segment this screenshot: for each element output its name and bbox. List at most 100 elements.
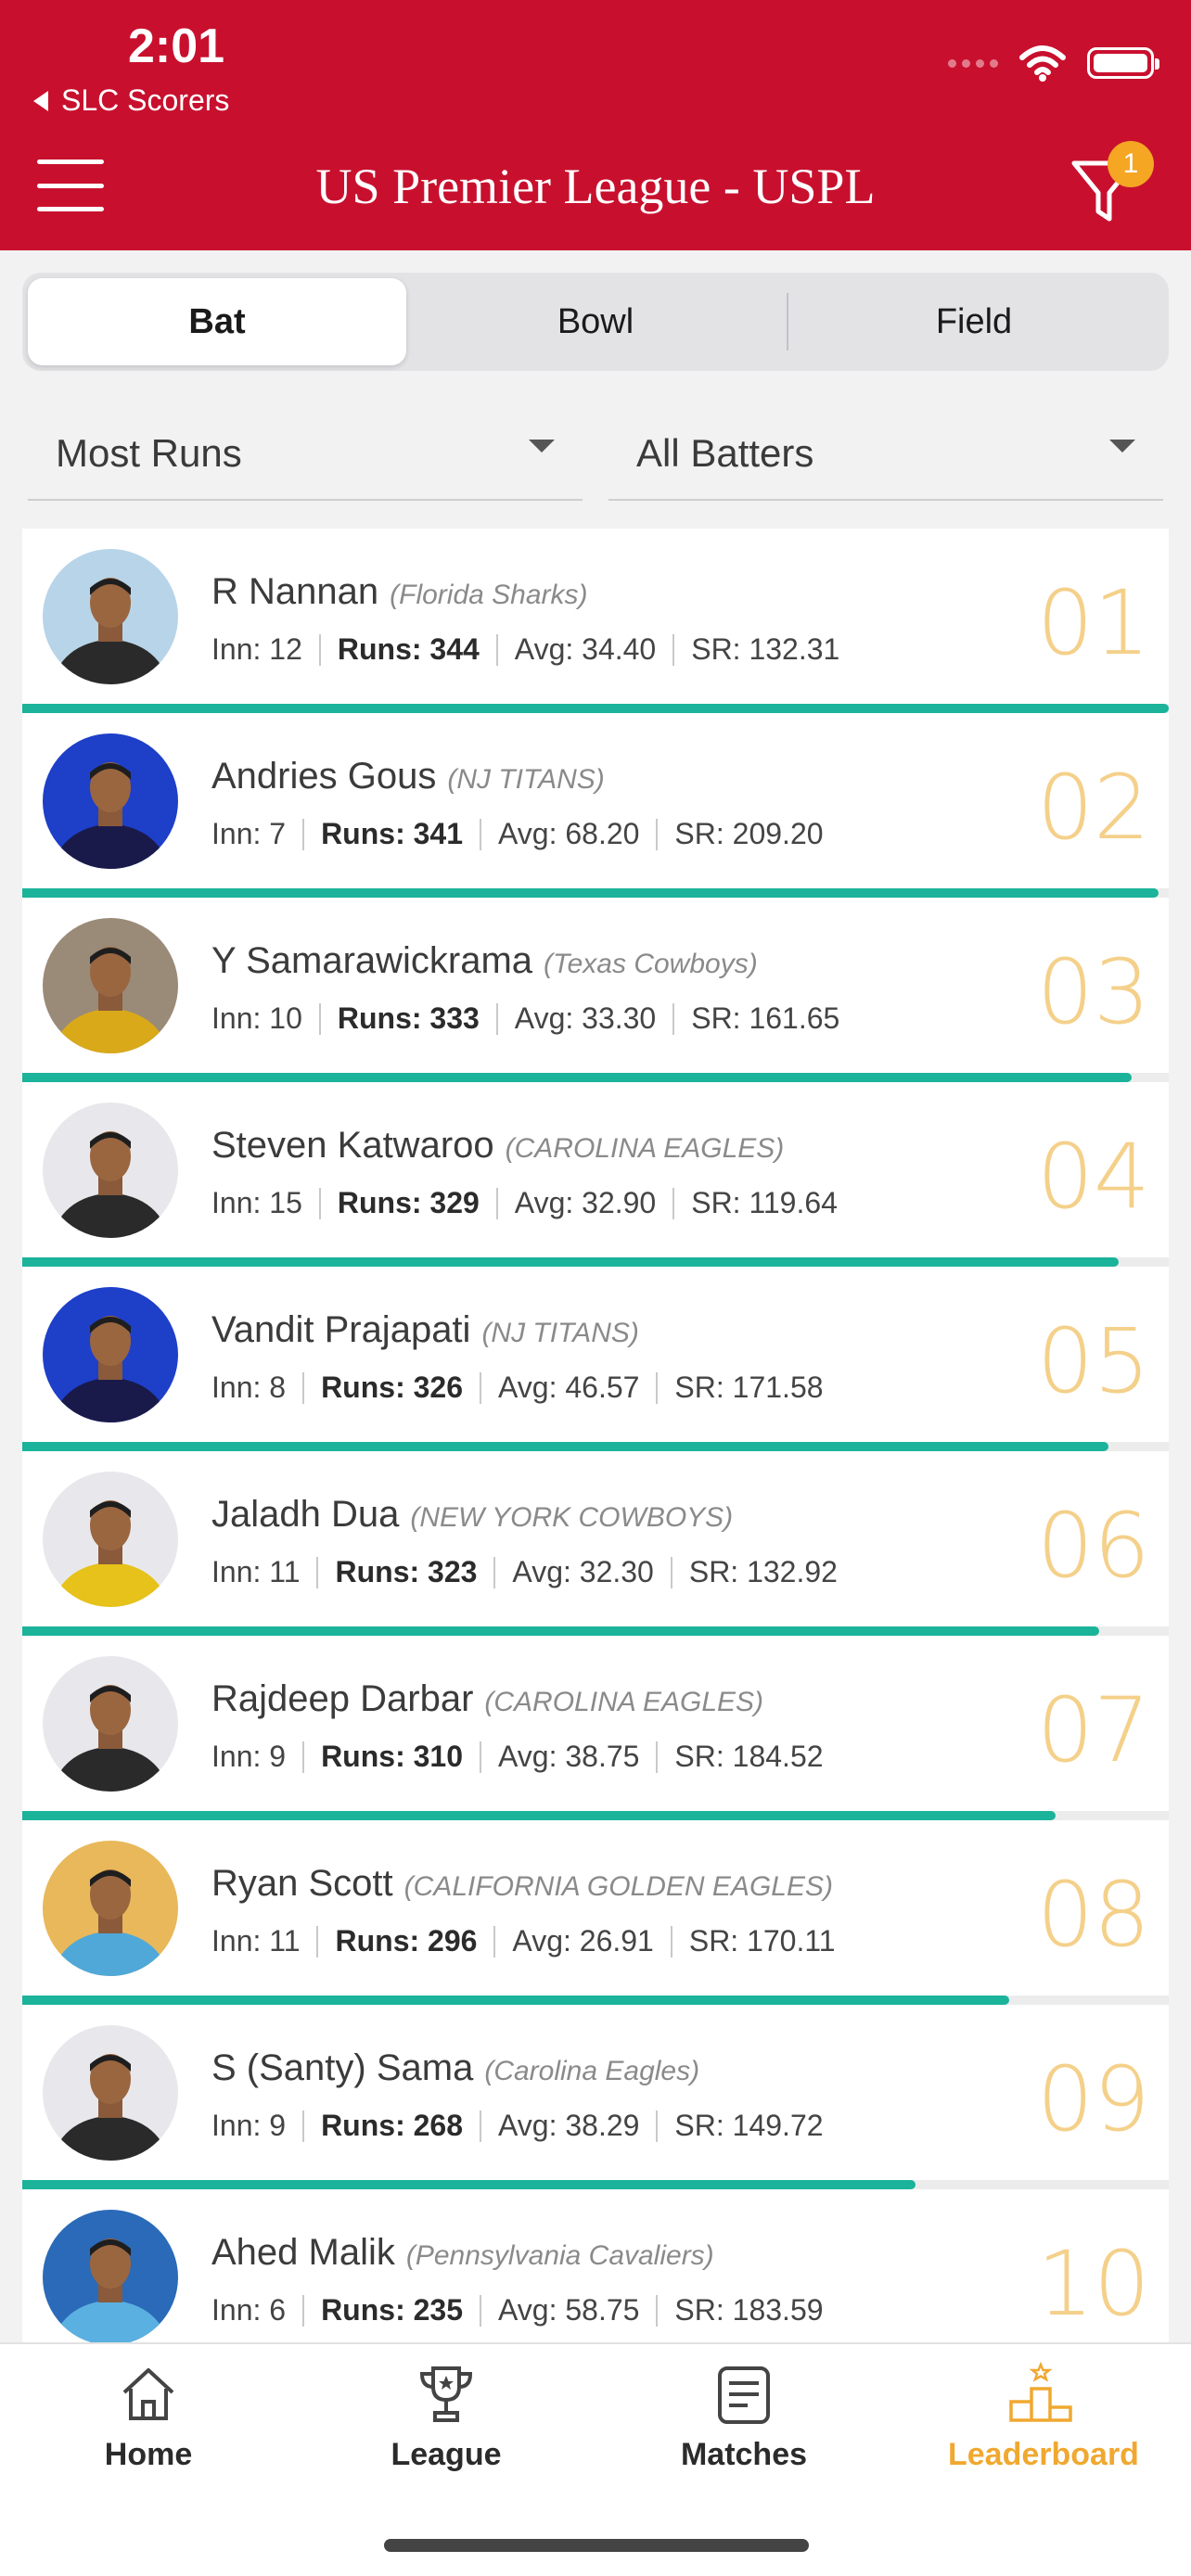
stat-divider <box>493 1925 496 1958</box>
player-rank: 05 <box>1036 1309 1150 1413</box>
cellular-signal-icon <box>948 58 998 68</box>
player-name: S (Santy) Sama (Carolina Eagles) <box>211 2047 699 2089</box>
innings-stat: Inn: 6 <box>211 2293 287 2327</box>
tab-bar-home-label: Home <box>104 2437 193 2472</box>
player-name: Steven Katwaroo (CAROLINA EAGLES) <box>211 1125 784 1167</box>
leaderboard-row[interactable]: Andries Gous (NJ TITANS) Inn: 7 Runs: 341… <box>22 713 1169 898</box>
player-rank: 03 <box>1036 940 1150 1044</box>
leaderboard-row[interactable]: Vandit Prajapati (NJ TITANS) Inn: 8 Runs:… <box>22 1267 1169 1451</box>
average-stat: Avg: 32.90 <box>514 1186 657 1219</box>
runs-progress-track <box>22 1811 1169 1820</box>
tab-bar-matches-label: Matches <box>680 2437 808 2472</box>
tab-bowl[interactable]: Bowl <box>406 278 785 365</box>
runs-progress-bar <box>22 1626 1099 1636</box>
runs-progress-track <box>22 2180 1169 2189</box>
tab-bar-leaderboard[interactable]: Leaderboard <box>948 2361 1139 2473</box>
runs-progress-bar <box>22 888 1159 898</box>
innings-stat: Inn: 9 <box>211 2109 287 2142</box>
page-title: US Premier League - USPL <box>315 159 876 214</box>
player-avatar <box>43 2210 178 2345</box>
player-team: (NJ TITANS) <box>481 1318 639 1348</box>
stat-divider <box>672 633 675 666</box>
strike-rate-stat: SR: 209.20 <box>674 817 824 850</box>
player-avatar <box>43 1287 178 1422</box>
tab-bar-home[interactable]: Home <box>56 2361 241 2473</box>
filter-count-badge: 1 <box>1108 141 1154 187</box>
player-name: Y Samarawickrama (Texas Cowboys) <box>211 940 758 982</box>
runs-progress-track <box>22 1073 1169 1082</box>
leaderboard-row[interactable]: R Nannan (Florida Sharks) Inn: 12 Runs: 3… <box>22 529 1169 713</box>
average-stat: Avg: 32.30 <box>512 1555 654 1588</box>
segment-divider <box>787 293 788 351</box>
player-name-text: Ryan Scott <box>211 1863 393 1904</box>
runs-progress-bar <box>22 2180 916 2189</box>
stat-divider <box>480 2110 481 2142</box>
batter-group-dropdown-value: All Batters <box>636 431 814 475</box>
stat-divider <box>480 2294 481 2327</box>
stat-divider <box>672 1187 675 1219</box>
runs-progress-bar <box>22 1996 1009 2005</box>
stat-divider <box>316 1925 319 1958</box>
runs-progress-bar <box>22 1257 1120 1267</box>
innings-stat: Inn: 7 <box>211 817 287 850</box>
player-name-text: Rajdeep Darbar <box>211 1678 474 1719</box>
player-name: Ahed Malik (Pennsylvania Cavaliers) <box>211 2232 714 2274</box>
player-name-text: R Nannan <box>211 571 379 612</box>
stat-divider <box>302 2294 305 2327</box>
leaderboard-row[interactable]: Y Samarawickrama (Texas Cowboys) Inn: 10 … <box>22 898 1169 1082</box>
strike-rate-stat: SR: 184.52 <box>674 1740 824 1773</box>
player-name-text: Andries Gous <box>211 756 437 797</box>
stat-divider <box>656 2110 659 2142</box>
runs-stat: Runs: 296 <box>335 1924 478 1958</box>
stat-divider <box>302 1371 305 1404</box>
player-stats: Inn: 11 Runs: 296 Avg: 26.91 SR: 170.11 <box>211 1924 836 1958</box>
back-app-label: SLC Scorers <box>61 83 230 117</box>
leaderboard-list: R Nannan (Florida Sharks) Inn: 12 Runs: 3… <box>22 529 1169 2374</box>
player-name: Rajdeep Darbar (CAROLINA EAGLES) <box>211 1678 763 1720</box>
player-avatar <box>43 2025 178 2161</box>
stat-divider <box>656 1371 659 1404</box>
tab-bar-matches[interactable]: Matches <box>651 2361 837 2473</box>
podium-icon <box>1009 2361 1072 2422</box>
player-avatar <box>43 918 178 1053</box>
player-name-text: Jaladh Dua <box>211 1494 400 1535</box>
player-stats: Inn: 12 Runs: 344 Avg: 34.40 SR: 132.31 <box>211 632 839 667</box>
runs-stat: Runs: 341 <box>321 817 463 850</box>
tab-field[interactable]: Field <box>785 278 1163 365</box>
player-name-text: S (Santy) Sama <box>211 2047 474 2088</box>
player-team: (NEW YORK COWBOYS) <box>410 1502 734 1533</box>
app-header: 2:01 SLC Scorers US Premier League - USP… <box>0 0 1191 250</box>
stat-divider <box>318 1187 321 1219</box>
tab-bat[interactable]: Bat <box>28 278 406 365</box>
home-indicator <box>384 2539 809 2552</box>
stat-dropdown[interactable]: Most Runs <box>28 408 583 501</box>
filter-button[interactable]: 1 <box>1069 141 1154 224</box>
player-name-text: Ahed Malik <box>211 2232 395 2273</box>
stat-divider <box>480 818 481 850</box>
stat-divider <box>493 1556 496 1588</box>
leaderboard-row[interactable]: Jaladh Dua (NEW YORK COWBOYS) Inn: 11 Run… <box>22 1451 1169 1636</box>
runs-progress-track <box>22 1626 1169 1636</box>
player-name-text: Y Samarawickrama <box>211 940 533 981</box>
leaderboard-row[interactable]: Ryan Scott (CALIFORNIA GOLDEN EAGLES) Inn… <box>22 1820 1169 2005</box>
innings-stat: Inn: 8 <box>211 1371 287 1404</box>
batter-group-dropdown[interactable]: All Batters <box>608 408 1163 501</box>
runs-progress-bar <box>22 704 1169 713</box>
leaderboard-row[interactable]: Steven Katwaroo (CAROLINA EAGLES) Inn: 15… <box>22 1082 1169 1267</box>
leaderboard-row[interactable]: Rajdeep Darbar (CAROLINA EAGLES) Inn: 9 R… <box>22 1636 1169 1820</box>
leaderboard-row[interactable]: S (Santy) Sama (Carolina Eagles) Inn: 9 R… <box>22 2005 1169 2189</box>
stat-divider <box>495 633 498 666</box>
runs-progress-track <box>22 888 1169 898</box>
runs-progress-track <box>22 704 1169 713</box>
player-stats: Inn: 6 Runs: 235 Avg: 58.75 SR: 183.59 <box>211 2293 824 2327</box>
runs-progress-track <box>22 1996 1169 2005</box>
home-icon <box>122 2368 174 2420</box>
tab-bar-league[interactable]: League <box>353 2361 539 2473</box>
trophy-icon <box>419 2366 473 2422</box>
stat-divider <box>302 818 305 850</box>
runs-stat: Runs: 344 <box>337 632 480 666</box>
player-team: (CAROLINA EAGLES) <box>505 1133 785 1164</box>
stat-divider <box>495 1002 498 1035</box>
back-to-app-link[interactable]: SLC Scorers <box>33 83 229 118</box>
strike-rate-stat: SR: 119.64 <box>691 1186 838 1219</box>
